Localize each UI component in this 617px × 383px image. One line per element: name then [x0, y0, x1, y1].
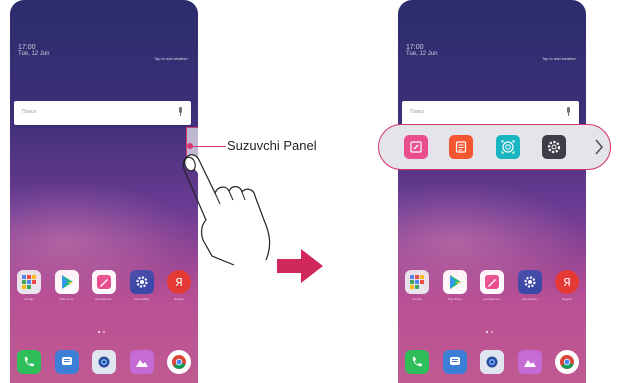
- dock-phone[interactable]: [16, 350, 42, 374]
- yandex-icon: Я: [167, 270, 191, 294]
- dock: [404, 350, 580, 374]
- weather-prompt[interactable]: Tap to add weather: [154, 56, 188, 61]
- app-label: Яндекс: [561, 297, 573, 301]
- memo-edit-icon[interactable]: [404, 135, 428, 159]
- dock-camera[interactable]: [479, 350, 505, 374]
- app-settings[interactable]: Настройки: [129, 270, 155, 301]
- dock: [16, 350, 192, 374]
- app-row-main: Google Play Store QuickMemo+ Настройки Я…: [404, 270, 580, 301]
- pencil-note-icon: [92, 270, 116, 294]
- search-placeholder: Поиск: [410, 109, 424, 115]
- phone-icon: [405, 350, 429, 374]
- clock-date: Tue, 12 Jun: [18, 51, 50, 57]
- folder-grid-icon: [17, 270, 41, 294]
- dock-messages[interactable]: [442, 350, 468, 374]
- app-settings[interactable]: Настройки: [517, 270, 543, 301]
- home-screen-right: 17:00 Tue, 12 Jun Tap to add weather Пои…: [398, 0, 586, 383]
- app-row-main: Google Play Store QuickMemo+ Настройки Я…: [16, 270, 192, 301]
- search-placeholder: Поиск: [22, 109, 36, 115]
- app-quickmemo[interactable]: QuickMemo+: [479, 270, 505, 301]
- settings-gear-icon: [517, 270, 542, 294]
- clock-widget[interactable]: 17:00 Tue, 12 Jun: [18, 44, 49, 57]
- app-yandex[interactable]: Я Яндекс: [554, 270, 580, 301]
- app-label: Настройки: [134, 297, 149, 301]
- yandex-icon: Я: [555, 270, 579, 294]
- app-label: Яндекс: [173, 297, 185, 301]
- phone-icon: [17, 350, 41, 374]
- transition-arrow-icon: [277, 249, 323, 283]
- dock-gallery[interactable]: [129, 350, 155, 374]
- app-label: QuickMemo+: [95, 297, 113, 301]
- dock-phone[interactable]: [404, 350, 430, 374]
- clock-widget[interactable]: 17:00 Tue, 12 Jun: [406, 44, 437, 57]
- app-label: Play Store: [447, 297, 462, 301]
- message-icon: [54, 350, 79, 374]
- app-label: QuickMemo+: [483, 297, 501, 301]
- message-icon: [442, 350, 467, 374]
- svg-text:Я: Я: [563, 276, 571, 289]
- calendar-list-icon[interactable]: [449, 135, 473, 159]
- settings-gear-icon: [129, 270, 154, 294]
- pointing-hand-illustration: [182, 154, 271, 266]
- page-indicator: [98, 331, 105, 333]
- search-bar[interactable]: Поиск: [14, 101, 191, 125]
- annotation-leader-line: [190, 146, 226, 147]
- search-bar[interactable]: Поиск: [402, 101, 579, 125]
- page-indicator: [486, 331, 493, 333]
- weather-prompt[interactable]: Tap to add weather: [542, 56, 576, 61]
- pencil-note-icon: [480, 270, 504, 294]
- gallery-icon: [517, 350, 542, 374]
- floating-bar-panel: [378, 124, 611, 170]
- dock-camera[interactable]: [91, 350, 117, 374]
- microphone-icon[interactable]: [178, 107, 183, 116]
- dock-messages[interactable]: [54, 350, 80, 374]
- chevron-right-icon[interactable]: [594, 138, 604, 156]
- chrome-icon: [555, 350, 579, 374]
- app-yandex[interactable]: Я Яндекс: [166, 270, 192, 301]
- chrome-icon: [167, 350, 191, 374]
- app-google-folder[interactable]: Google: [16, 270, 42, 301]
- app-google-folder[interactable]: Google: [404, 270, 430, 301]
- clock-date: Tue, 12 Jun: [406, 51, 438, 57]
- dock-chrome[interactable]: [554, 350, 580, 374]
- clock-time: 17:00: [406, 44, 424, 51]
- home-screen-left: 17:00 Tue, 12 Jun Tap to add weather Пои…: [10, 0, 198, 383]
- gallery-icon: [129, 350, 154, 374]
- dock-gallery[interactable]: [517, 350, 543, 374]
- settings-gear-icon[interactable]: [542, 135, 566, 159]
- svg-text:Я: Я: [175, 276, 183, 289]
- app-label: Google: [24, 297, 34, 301]
- app-label: Настройки: [522, 297, 537, 301]
- app-label: Play Store: [59, 297, 74, 301]
- app-play-store[interactable]: Play Store: [442, 270, 468, 301]
- camera-icon: [480, 350, 504, 374]
- dock-chrome[interactable]: [166, 350, 192, 374]
- app-label: Google: [412, 297, 422, 301]
- play-store-icon: [54, 270, 79, 294]
- camera-icon: [92, 350, 116, 374]
- face-scan-icon[interactable]: [496, 135, 520, 159]
- app-quickmemo[interactable]: QuickMemo+: [91, 270, 117, 301]
- microphone-icon[interactable]: [566, 107, 571, 116]
- app-play-store[interactable]: Play Store: [54, 270, 80, 301]
- play-store-icon: [442, 270, 467, 294]
- clock-time: 17:00: [18, 44, 36, 51]
- folder-grid-icon: [405, 270, 429, 294]
